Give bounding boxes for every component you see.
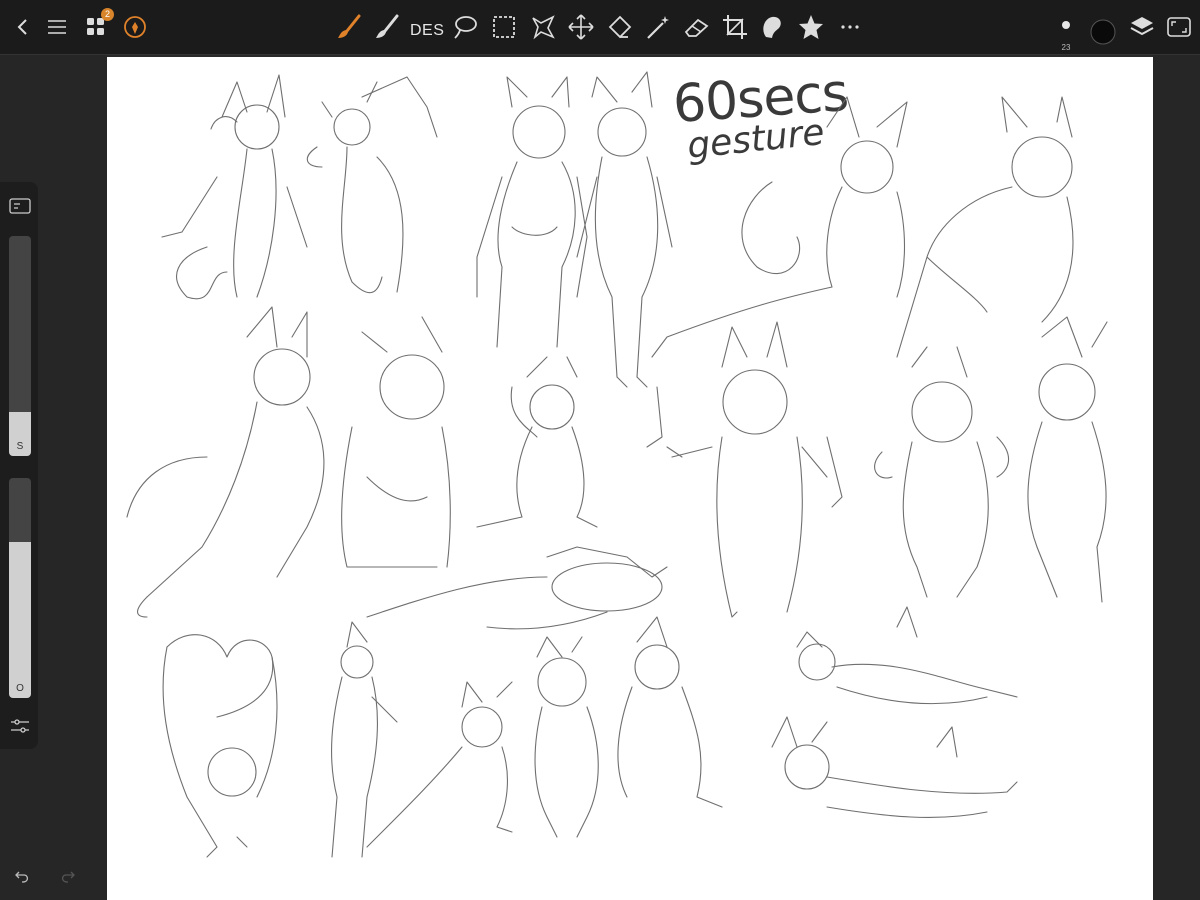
lasso-icon (454, 16, 477, 39)
undo-icon (15, 871, 29, 883)
brush-size-indicator[interactable] (1051, 10, 1081, 40)
blob-icon (763, 16, 781, 38)
back-button[interactable] (8, 12, 38, 42)
ellipsis-icon (841, 25, 859, 29)
menu-button[interactable] (42, 12, 72, 42)
transform-tool-button[interactable] (605, 12, 635, 42)
drawing-canvas[interactable]: 60secs gesture (107, 57, 1153, 900)
sketch-figure (771, 716, 1018, 819)
blob-tool-button[interactable] (757, 12, 787, 42)
crop-icon (723, 15, 747, 39)
gallery-button[interactable]: 2 (81, 8, 114, 42)
sketch-figure (617, 616, 723, 808)
sketch-figure (534, 636, 599, 838)
sketch-figure (874, 346, 1009, 598)
eraser-icon (684, 18, 709, 37)
hamburger-icon (48, 20, 66, 34)
brush-slider-panel: S O (0, 182, 38, 749)
notification-badge: 2 (101, 8, 114, 21)
sketch-figure (796, 606, 1018, 705)
redo-button[interactable] (57, 866, 79, 888)
more-options-button[interactable] (835, 12, 865, 42)
liquify-icon (532, 15, 555, 40)
opacity-slider-label: O (16, 683, 24, 694)
smudge-icon (376, 14, 399, 38)
sketch-figure (126, 306, 325, 618)
layers-button[interactable] (1127, 12, 1157, 42)
sketch-figure (366, 546, 668, 630)
opacity-slider[interactable]: O (9, 478, 31, 698)
modify-button[interactable] (9, 198, 31, 214)
layers-icon (1130, 17, 1154, 36)
carrot-icon (124, 16, 146, 38)
sketch-figure (576, 71, 673, 388)
star-icon (799, 15, 823, 39)
brush-size-slider-label: S (16, 441, 24, 452)
magic-wand-icon (647, 16, 669, 39)
fullscreen-button[interactable] (1164, 12, 1194, 42)
sketch-figure (341, 316, 451, 568)
sketch-figure (476, 356, 598, 528)
sketch-figure (476, 76, 588, 348)
sketch-figure (366, 681, 513, 848)
opacity-slider-fill (9, 541, 31, 698)
smudge-tool-button[interactable] (372, 12, 402, 42)
chevron-left-icon (17, 19, 27, 35)
brush-tool-button[interactable] (334, 12, 364, 42)
move-tool-button[interactable] (566, 12, 596, 42)
brush-size-dot-icon (1062, 21, 1070, 29)
sketch-figure (161, 74, 308, 300)
sketch-figure (306, 76, 438, 294)
color-picker-button[interactable] (1089, 18, 1117, 46)
undo-button[interactable] (11, 866, 33, 888)
sketch-figure (162, 634, 278, 858)
color-swatch (1090, 19, 1116, 45)
frame-icon (1167, 17, 1191, 37)
sliders-icon (11, 719, 29, 733)
crop-tool-button[interactable] (720, 12, 750, 42)
brush-size-slider[interactable]: S (9, 236, 31, 456)
modify-panel-icon (9, 198, 31, 214)
selection-tool-button[interactable] (489, 12, 519, 42)
liquify-tool-button[interactable] (528, 12, 558, 42)
carrot-button[interactable] (120, 12, 150, 42)
transform-icon (608, 15, 632, 39)
brush-size-value: 23 (1061, 43, 1071, 52)
sketch-figure (331, 621, 398, 858)
magic-wand-tool-button[interactable] (643, 12, 673, 42)
redo-icon (61, 871, 75, 883)
sketch-figure (646, 321, 843, 618)
des-tool-label[interactable]: DES (410, 22, 444, 40)
eraser-tool-button[interactable] (682, 12, 712, 42)
adjust-button[interactable] (9, 716, 31, 736)
dashed-rect-icon (493, 16, 515, 38)
top-toolbar: 2 DES 23 (0, 0, 1200, 55)
star-tool-button[interactable] (796, 12, 826, 42)
sketch-figure (651, 96, 908, 358)
move-arrows-icon (568, 14, 594, 40)
lasso-tool-button[interactable] (450, 12, 480, 42)
right-rail (1153, 55, 1200, 900)
paintbrush-icon (338, 14, 361, 38)
sketch-figure (896, 96, 1074, 358)
sketch-figure (1027, 316, 1108, 603)
gesture-sketches (126, 71, 1108, 858)
